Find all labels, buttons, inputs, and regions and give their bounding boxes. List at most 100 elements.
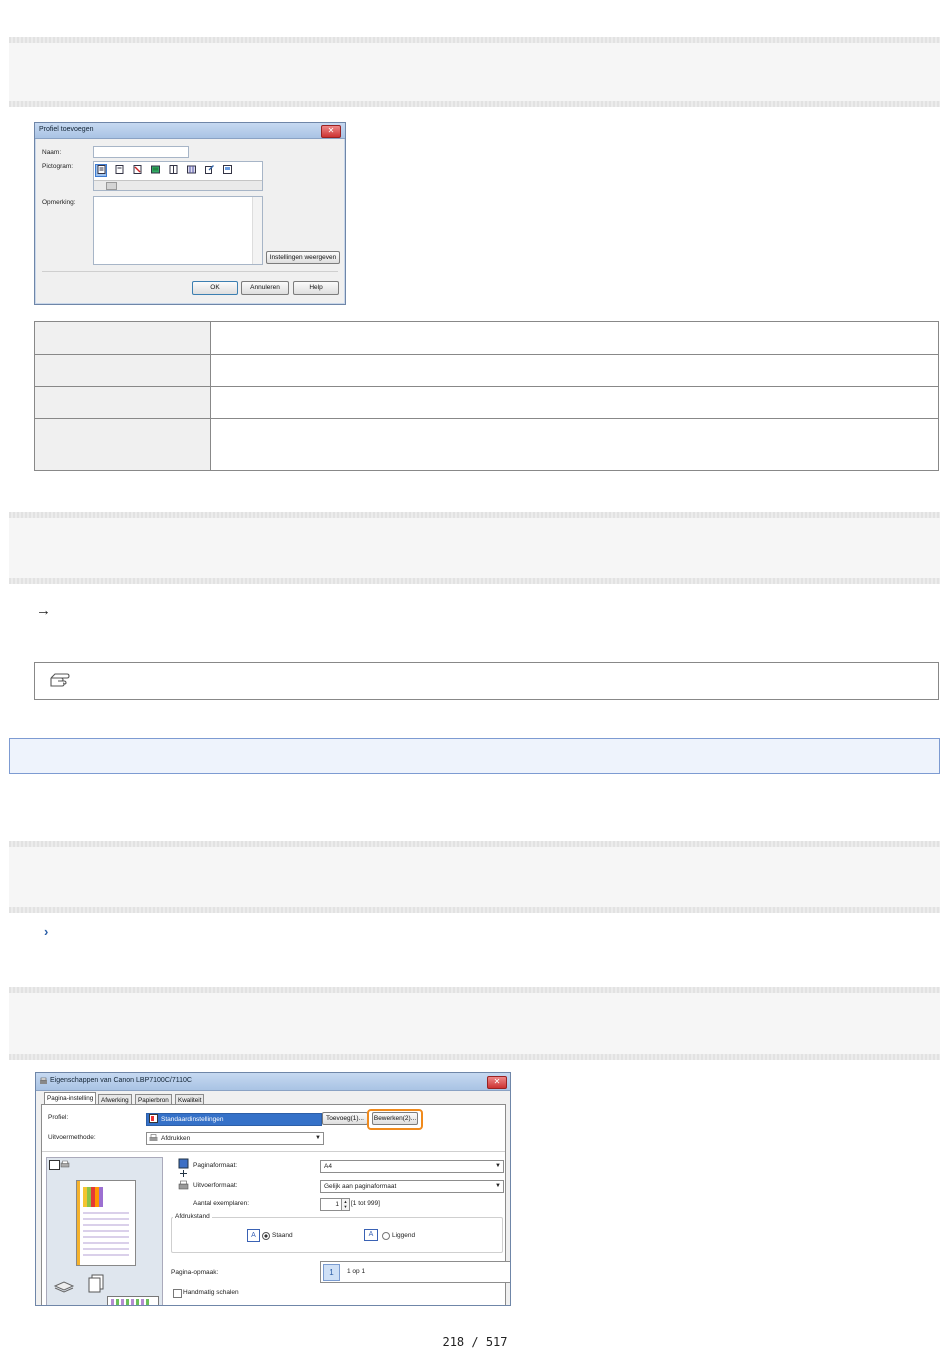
output-size-icon (178, 1180, 189, 1190)
profile-label: Profiel: (48, 1114, 69, 1121)
settings-table (34, 321, 939, 471)
page-indicator: 218 / 517 (442, 1335, 508, 1349)
portrait-radio[interactable] (262, 1232, 270, 1240)
dialog-titlebar: Profiel toevoegen ✕ (35, 123, 345, 139)
orientation-group (171, 1217, 503, 1253)
booklet-icon (169, 165, 178, 174)
help-button[interactable]: Help (293, 281, 339, 295)
photo-icon (151, 165, 160, 174)
printer-icon (149, 1134, 158, 1141)
manual-scaling-label: Handmatig schalen (183, 1289, 239, 1296)
page-layout-label: Pagina-opmaak: (171, 1269, 219, 1276)
output-method-value: Afdrukken (161, 1135, 191, 1142)
profile-select[interactable]: Standaardinstellingen ▼ (146, 1113, 333, 1126)
section-header-band (9, 987, 940, 1060)
icon-picker[interactable] (93, 161, 263, 191)
copies-value: 1 (335, 1201, 339, 1208)
page-size-label: Paginaformaat: (193, 1162, 238, 1169)
page-layout-value: 1 op 1 (347, 1268, 366, 1275)
copies-label: Aantal exemplaren: (193, 1200, 250, 1207)
show-settings-button[interactable]: Instellingen weergeven (266, 251, 340, 264)
output-method-select[interactable]: Afdrukken ▼ (146, 1132, 324, 1145)
cancel-button[interactable]: Annuleren (241, 281, 289, 295)
page-size-value: A4 (324, 1163, 332, 1170)
info-banner (9, 738, 940, 774)
chevron-down-icon: ▼ (315, 1135, 321, 1141)
output-method-label: Uitvoermethode: (48, 1134, 96, 1141)
dialog-title: Profiel toevoegen (39, 126, 94, 133)
edit-document-icon (205, 165, 214, 174)
printer-view-icon[interactable] (60, 1160, 70, 1169)
output-size-value: Gelijk aan paginaformaat (324, 1183, 397, 1190)
thumbnail-strip (111, 1299, 151, 1305)
table-cell-key (34, 354, 211, 387)
tab-panel: Profiel: Standaardinstellingen ▼ Toevoeg… (41, 1104, 510, 1305)
chevron-down-icon: ▼ (495, 1183, 501, 1189)
panel-divider (42, 1151, 505, 1152)
edit-profile-button[interactable]: Bewerken(2)... (372, 1112, 418, 1125)
chevron-down-icon: ▼ (495, 1163, 501, 1169)
add-profile-button[interactable]: Toevoeg(1)... (322, 1112, 368, 1125)
table-cell-key (34, 418, 211, 471)
copies-stepper[interactable]: ▲ ▼ (341, 1198, 350, 1211)
table-cell-key (34, 386, 211, 419)
dialog-divider (42, 271, 338, 272)
preview-view-toggle[interactable] (49, 1160, 60, 1170)
name-input[interactable] (93, 146, 189, 158)
table-cell-value (210, 321, 939, 355)
comment-textarea[interactable] (93, 196, 263, 265)
page-layout-select[interactable]: 1 op 1 ▼ (320, 1261, 510, 1283)
landscape-radio[interactable] (382, 1232, 390, 1240)
printer-icon (40, 1077, 47, 1084)
copies-input[interactable]: 1 (320, 1198, 343, 1211)
close-icon[interactable]: ✕ (487, 1076, 507, 1089)
orientation-label: Afdrukstand (173, 1213, 212, 1220)
arrow-marker: → (36, 602, 51, 619)
table-cell-key (34, 321, 211, 355)
table-row (34, 321, 939, 355)
icon-scrollbar[interactable] (94, 180, 262, 190)
landscape-icon: A (364, 1229, 378, 1241)
page-layout-icon: 1 (323, 1264, 340, 1281)
profile-icon (149, 1114, 158, 1123)
output-size-select[interactable]: Gelijk aan paginaformaat ▼ (320, 1180, 504, 1193)
document-icon (97, 165, 106, 174)
section-header-band (9, 841, 940, 913)
preview-margin-bar (77, 1181, 80, 1265)
icon-label: Pictogram: (42, 163, 74, 170)
ok-button[interactable]: OK (192, 281, 238, 295)
page-size-select[interactable]: A4 ▼ (320, 1160, 504, 1173)
poster-icon (223, 165, 232, 174)
comment-label: Opmerking: (42, 199, 76, 206)
add-profile-dialog: Profiel toevoegen ✕ Naam: Pictogram: Opm… (34, 122, 346, 305)
bullet-link-icon[interactable]: › (44, 924, 48, 939)
multi-page-icon (187, 165, 196, 174)
copies-icon (88, 1274, 104, 1293)
copies-range: [1 tot 999] (351, 1200, 380, 1207)
name-label: Naam: (42, 149, 62, 156)
pointing-hand-icon (50, 673, 70, 687)
text-lines-icon (83, 1212, 129, 1256)
manual-scaling-checkbox[interactable] (173, 1289, 182, 1298)
preview-pane (46, 1157, 163, 1305)
portrait-icon: A (247, 1229, 260, 1242)
table-cell-value (210, 354, 939, 387)
table-cell-value (210, 418, 939, 471)
page-icon (115, 165, 124, 174)
note-box (34, 662, 939, 700)
scrollbar-thumb[interactable] (106, 182, 117, 190)
output-size-label: Uitvoerformaat: (193, 1182, 238, 1189)
dialog-title: Eigenschappen van Canon LBP7100C/7110C (50, 1077, 192, 1084)
table-row (34, 386, 939, 419)
close-icon[interactable]: ✕ (321, 125, 341, 138)
table-cell-value (210, 386, 939, 419)
landscape-label: Liggend (392, 1232, 416, 1239)
printer-properties-dialog: Eigenschappen van Canon LBP7100C/7110C ✕… (35, 1072, 511, 1306)
paper-stack-icon (53, 1281, 75, 1293)
section-header-band (9, 37, 940, 107)
color-bars-icon (83, 1187, 103, 1207)
textarea-scrollbar[interactable] (252, 197, 262, 264)
dialog-titlebar: Eigenschappen van Canon LBP7100C/7110C ✕ (36, 1073, 510, 1091)
layout-thumbnails[interactable] (107, 1296, 159, 1305)
graphic-icon (133, 165, 142, 174)
